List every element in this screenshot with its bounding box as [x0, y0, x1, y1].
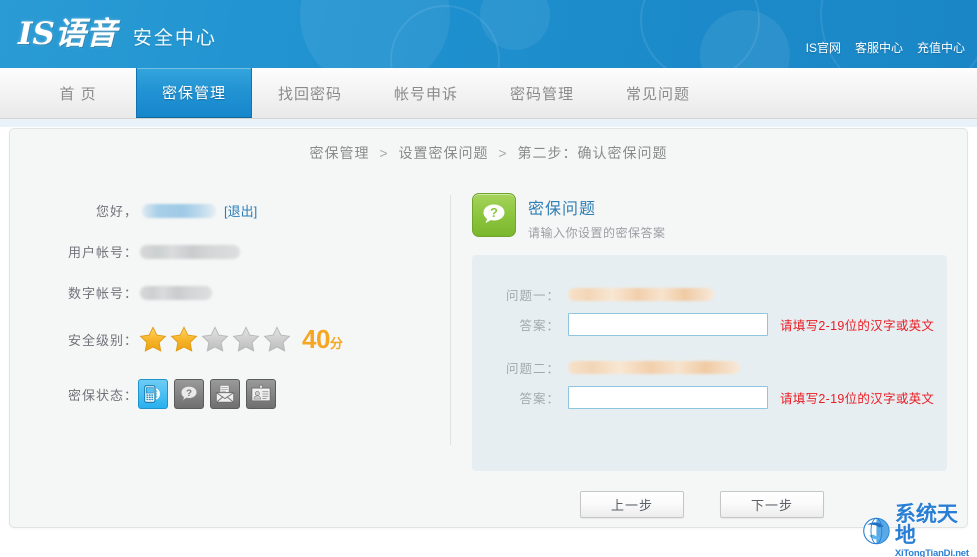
star-empty-icon [263, 326, 291, 352]
question-two-masked [568, 361, 740, 374]
security-score-unit: 分 [329, 336, 343, 351]
user-info-column: 您好， [退出] 用户帐号： 数字帐号： 安全级别： 40分 密保状态： ? [10, 187, 450, 527]
question-two-row: 问题二： [472, 358, 947, 377]
account-row: 用户帐号： [62, 242, 450, 261]
logo-brand-text: IS语音 [18, 16, 117, 52]
answer-two-label: 答案： [519, 392, 560, 406]
nav-item-home[interactable]: 首 页 [20, 68, 136, 118]
watermark: 系统天地 XiTongTianDi.net [855, 504, 975, 557]
question-two-label: 问题二： [505, 362, 560, 376]
question-column: ? 密保问题 请输入你设置的密保答案 问题一： 答案： 请填写2-19位的汉字或… [450, 187, 967, 527]
breadcrumb: 密保管理 > 设置密保问题 > 第二步：确认密保问题 [10, 129, 967, 163]
form-spacer [472, 345, 947, 358]
watermark-text: 系统天地 XiTongTianDi.net [895, 504, 971, 557]
answer-two-hint: 请填写2-19位的汉字或英文 [780, 392, 935, 406]
security-level-stars [138, 325, 292, 354]
watermark-title: 系统天地 [894, 502, 958, 547]
answer-one-label: 答案： [519, 319, 560, 333]
account-masked [140, 244, 240, 259]
question-header: ? 密保问题 请输入你设置的密保答案 [472, 187, 967, 241]
protect-status-label: 密保状态： [67, 387, 138, 403]
globe-icon [863, 517, 890, 545]
answer-one-hint: 请填写2-19位的汉字或英文 [780, 319, 935, 333]
question-title: 密保问题 [528, 201, 597, 218]
breadcrumb-item-3: 第二步：确认密保问题 [517, 145, 668, 161]
content-panel: 密保管理 > 设置密保问题 > 第二步：确认密保问题 您好， [退出] 用户帐号… [9, 128, 968, 528]
protect-status-row: 密保状态： ? [62, 379, 450, 409]
answer-two-row: 答案： 请填写2-19位的汉字或英文 [472, 386, 947, 409]
phone-icon[interactable] [138, 379, 168, 409]
site-logo[interactable]: IS语音 安全中心 [18, 8, 217, 53]
page-root: IS语音 安全中心 IS官网 客服中心 充值中心 首 页 密保管理 找回密码 帐… [0, 0, 977, 557]
security-level-label: 安全级别： [67, 333, 138, 348]
breadcrumb-item-2[interactable]: 设置密保问题 [399, 145, 489, 161]
mail-icon[interactable] [210, 379, 240, 409]
column-divider [450, 195, 451, 445]
star-filled-icon [170, 326, 198, 352]
svg-text:?: ? [186, 388, 192, 399]
answer-two-input[interactable] [568, 386, 768, 409]
decor-bubble [820, 0, 977, 68]
main-navigation: 首 页 密保管理 找回密码 帐号申诉 密码管理 常见问题 [0, 68, 977, 119]
question-one-label: 问题一： [505, 289, 560, 303]
protect-status-icons: ? [138, 379, 276, 409]
question-bubble-icon: ? [472, 193, 516, 237]
number-account-row: 数字帐号： [62, 283, 450, 302]
nav-item-account-appeal[interactable]: 帐号申诉 [368, 68, 484, 118]
previous-step-button[interactable]: 上一步 [580, 491, 684, 518]
number-account-label: 数字帐号： [67, 286, 138, 301]
question-one-row: 问题一： [472, 285, 947, 304]
question-one-masked [568, 288, 714, 301]
nav-item-security-management[interactable]: 密保管理 [136, 68, 252, 118]
header-links: IS官网 客服中心 充值中心 [806, 39, 965, 56]
answer-one-input[interactable] [568, 313, 768, 336]
breadcrumb-item-1[interactable]: 密保管理 [310, 145, 370, 161]
logout-link[interactable]: [退出] [224, 201, 257, 220]
next-step-button[interactable]: 下一步 [720, 491, 824, 518]
question-subtitle: 请输入你设置的密保答案 [528, 226, 666, 240]
breadcrumb-separator: > [498, 145, 508, 161]
star-empty-icon [201, 326, 229, 352]
svg-text:?: ? [490, 205, 498, 220]
star-empty-icon [232, 326, 260, 352]
answer-one-row: 答案： 请填写2-19位的汉字或英文 [472, 313, 947, 336]
header-link-support[interactable]: 客服中心 [855, 39, 903, 56]
star-filled-icon [139, 326, 167, 352]
question-header-text: 密保问题 请输入你设置的密保答案 [528, 193, 666, 241]
breadcrumb-separator: > [379, 145, 389, 161]
security-score-value: 40 [302, 324, 330, 354]
idcard-icon[interactable] [246, 379, 276, 409]
header-link-recharge[interactable]: 充值中心 [917, 39, 965, 56]
panel-body: 您好， [退出] 用户帐号： 数字帐号： 安全级别： 40分 密保状态： ? ?… [10, 187, 967, 527]
site-header: IS语音 安全中心 IS官网 客服中心 充值中心 [0, 0, 977, 68]
account-label: 用户帐号： [67, 245, 138, 260]
greeting-row: 您好， [退出] [62, 201, 450, 220]
nav-item-faq[interactable]: 常见问题 [600, 68, 716, 118]
logo-subtitle-text: 安全中心 [132, 28, 217, 49]
nav-accent-strip [0, 119, 977, 127]
number-account-masked [140, 285, 212, 300]
question-form: 问题一： 答案： 请填写2-19位的汉字或英文 问题二： 答案： 请填写2-19… [472, 255, 947, 471]
nav-item-password-management[interactable]: 密码管理 [484, 68, 600, 118]
question-icon[interactable]: ? [174, 379, 204, 409]
nav-item-retrieve-password[interactable]: 找回密码 [252, 68, 368, 118]
username-masked [142, 203, 216, 218]
greeting-label: 您好， [95, 204, 138, 219]
header-link-official[interactable]: IS官网 [806, 39, 841, 56]
security-score: 40分 [302, 324, 343, 355]
security-level-row: 安全级别： 40分 [62, 324, 450, 355]
watermark-url: XiTongTianDi.net [894, 547, 969, 557]
